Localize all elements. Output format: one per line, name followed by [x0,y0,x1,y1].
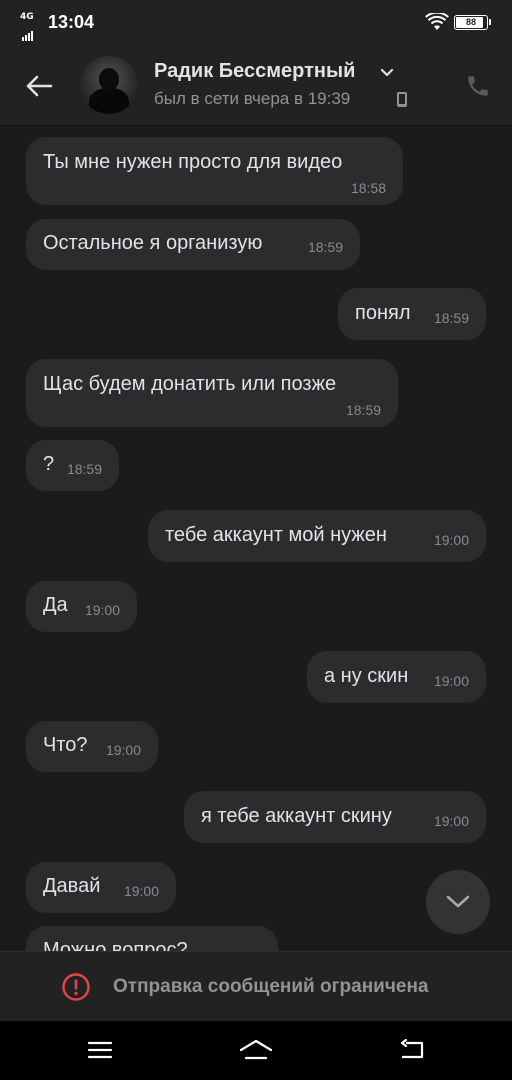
message-time: 19:00 [433,673,469,689]
incoming-message[interactable]: Щас будем донатить или позже 18:59 [26,359,398,427]
message-text: Давай [43,875,101,897]
status-time: 13:04 [48,12,95,32]
incoming-message[interactable]: Давай 19:00 [26,862,176,913]
incoming-message[interactable]: Что? 19:00 [26,721,158,772]
return-icon [400,1039,424,1059]
restricted-text: Отправка сообщений ограничена [113,976,429,997]
message-time: 19:00 [84,602,120,618]
incoming-message[interactable]: Ты мне нужен просто для видео 18:58 [26,137,403,205]
menu-icon [87,1041,113,1059]
phone-call-icon [468,76,488,96]
incoming-message[interactable]: Да 19:00 [26,581,137,632]
incoming-message[interactable]: ? 18:59 [26,440,119,491]
home-button[interactable] [236,1035,276,1065]
network-type: 4G [20,12,34,22]
message-text: Остальное я организую [43,232,263,254]
message-text: я тебе аккаунт скину [201,805,392,827]
message-text: понял [355,302,411,324]
message-time: 18:59 [345,402,381,418]
outgoing-message[interactable]: а ну скин 19:00 [307,651,486,703]
incoming-message[interactable]: Можно вопрос? [26,926,278,951]
message-time: 18:58 [350,180,386,196]
message-text: Щас будем донатить или позже [43,373,337,395]
phone-device-icon [397,92,407,107]
messaging-restricted-banner: Отправка сообщений ограничена [0,951,512,1021]
incoming-message[interactable]: Остальное я организую 18:59 [26,219,360,270]
outgoing-message[interactable]: тебе аккаунт мой нужен 19:00 [148,510,486,562]
cellular-signal-icon: 4G [20,12,40,41]
message-text: Ты мне нужен просто для видео [43,151,343,173]
call-button[interactable] [462,70,494,102]
message-text: Да [43,594,68,616]
message-text: Что? [43,734,88,756]
back-button[interactable] [18,66,60,106]
message-text: тебе аккаунт мой нужен [165,524,387,546]
outgoing-message[interactable]: я тебе аккаунт скину 19:00 [184,791,486,843]
chat-header: Радик Бессмертный был в сети вчера в 19:… [0,46,512,126]
back-nav-button[interactable] [392,1035,432,1065]
outgoing-message[interactable]: понял 18:59 [338,288,486,340]
scroll-to-bottom-button[interactable] [426,870,490,934]
contact-name[interactable]: Радик Бессмертный [154,60,355,83]
message-text: Можно вопрос? [43,939,188,951]
home-icon [239,1039,273,1060]
last-seen-status: был в сети вчера в 19:39 [154,89,351,108]
chat-screen: 4G 13:04 88 Радик Бессмертный был в сети… [0,0,512,1080]
battery-icon: 88 [454,15,488,30]
message-text: а ну скин [324,665,409,687]
arrow-left-icon [26,75,53,97]
message-time: 19:00 [105,742,141,758]
chevron-down-icon[interactable] [380,68,394,78]
chevron-down-icon [446,895,470,908]
message-time: 18:59 [433,310,469,326]
warning-circle-icon [62,973,90,1001]
avatar[interactable] [80,56,138,114]
message-time: 19:00 [433,532,469,548]
status-bar: 4G 13:04 88 [0,0,512,46]
system-navigation-bar [0,1021,512,1080]
message-time: 18:59 [307,239,343,255]
message-list[interactable]: Ты мне нужен просто для видео 18:58 Оста… [0,127,512,951]
menu-button[interactable] [80,1035,120,1065]
wifi-icon [425,13,449,30]
message-time: 19:00 [123,883,159,899]
message-time: 18:59 [66,461,102,477]
battery-level: 88 [465,17,476,27]
message-text: ? [43,453,55,475]
message-time: 19:00 [433,813,469,829]
